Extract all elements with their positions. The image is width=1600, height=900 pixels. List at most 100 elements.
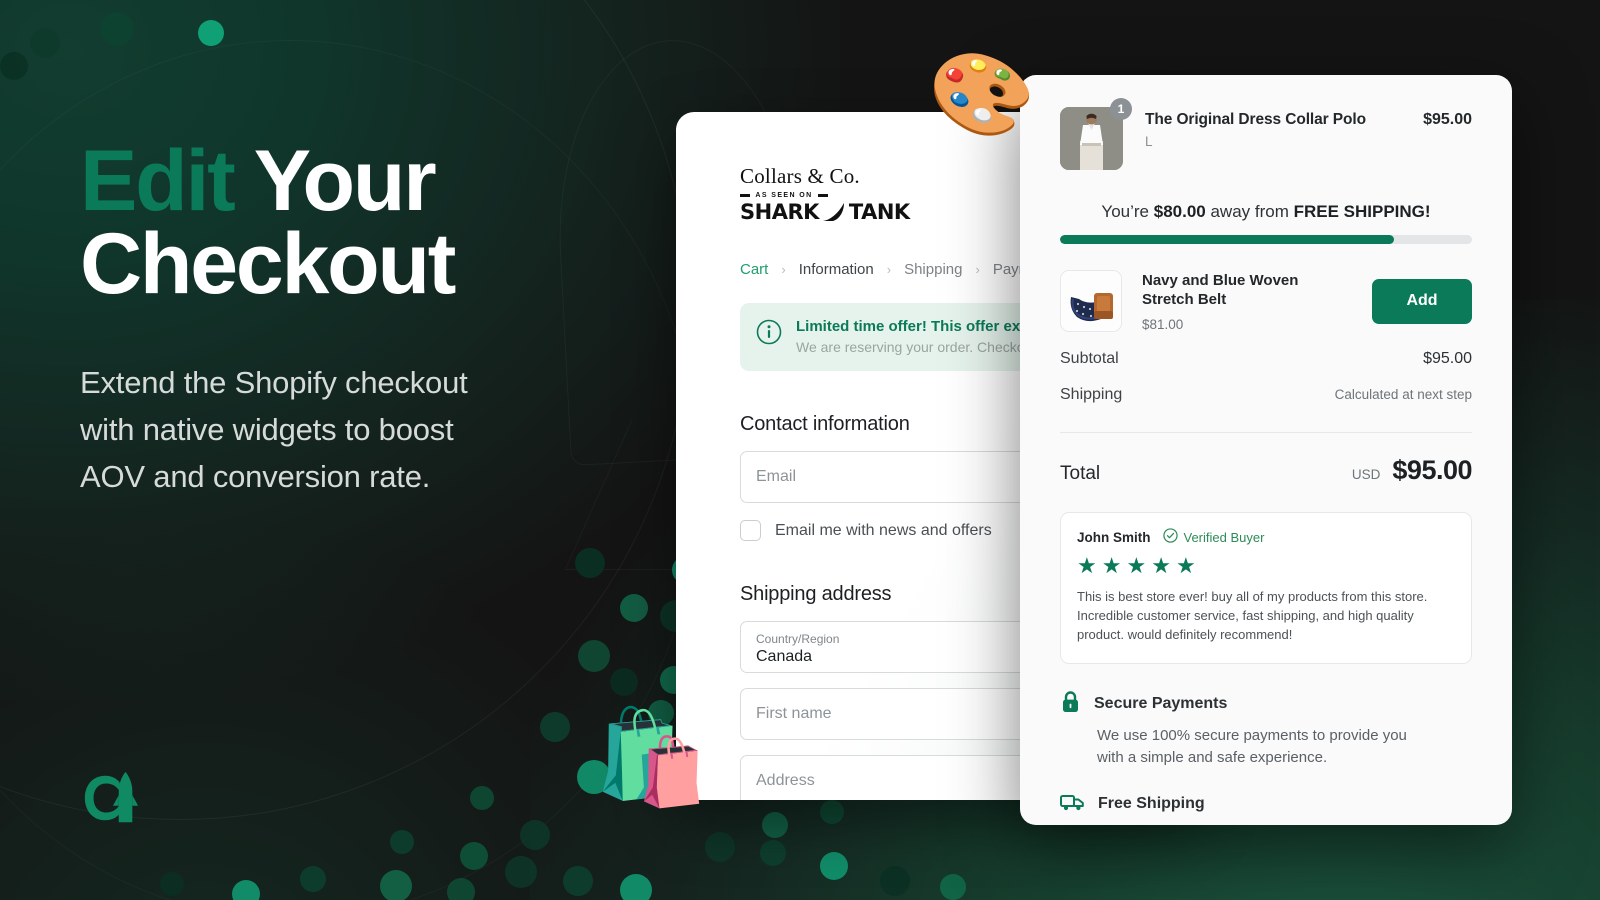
tank-word: TANK [848, 200, 910, 224]
breadcrumb-item-shipping[interactable]: Shipping [904, 261, 962, 278]
verified-buyer-label: Verified Buyer [1183, 529, 1265, 545]
background-dot [563, 866, 593, 896]
line-item-variant: L [1145, 134, 1153, 149]
shark-fin-icon [821, 202, 847, 222]
free-shipping-progress-track [1060, 235, 1472, 244]
store-logo: Collars & Co. AS SEEN ON SHARK TANK [740, 164, 910, 224]
as-seen-on-row: AS SEEN ON [740, 192, 828, 199]
shark-tank-wordmark: SHARK TANK [740, 200, 910, 224]
free-shipping-message: You’re $80.00 away from FREE SHIPPING! [1060, 202, 1472, 222]
upsell-title: Navy and Blue Woven Stretch Belt [1142, 271, 1299, 309]
reviewer-name: John Smith [1077, 529, 1151, 545]
headline-line-2: Checkout [80, 215, 456, 312]
shopping-bags-emoji: 🛍️ [593, 705, 712, 811]
store-name: Collars & Co. [740, 164, 860, 188]
background-dot [520, 820, 550, 850]
total-currency: USD [1351, 467, 1381, 482]
background-dot [460, 842, 488, 870]
total-label: Total [1060, 463, 1101, 484]
upsell-item: Navy and Blue Woven Stretch Belt $81.00 … [1060, 270, 1472, 332]
total-amount: $95.00 [1392, 455, 1472, 485]
chevron-right-icon: › [886, 262, 892, 277]
truck-icon [1060, 792, 1085, 817]
background-dot [198, 20, 224, 46]
star-icon: ★ [1101, 553, 1122, 578]
review-star-rating: ★ ★ ★ ★ ★ [1077, 555, 1455, 577]
chevron-right-icon: › [975, 262, 980, 277]
secure-payments-row: Secure Payments [1060, 690, 1472, 718]
cart-line-item: 1 The Original Dress Collar Polo L $95.0… [1060, 98, 1472, 170]
background-dot [232, 880, 260, 900]
background-dot [0, 52, 28, 80]
cart-summary-panel: 1 The Original Dress Collar Polo L $95.0… [1020, 75, 1512, 825]
summary-row-total: Total USD $95.00 [1060, 455, 1472, 486]
hero-subcopy: Extend the Shopify checkout with native … [80, 365, 468, 495]
free-shipping-row: Free Shipping [1060, 792, 1472, 817]
add-upsell-button[interactable]: Add [1372, 278, 1472, 324]
lock-icon [1060, 690, 1081, 718]
background-dot [578, 640, 610, 672]
background-dot [820, 852, 848, 880]
background-dot [470, 786, 494, 810]
background-dot [300, 866, 326, 892]
poster-stage: Edit Your Checkout Extend the Shopify ch… [0, 0, 1600, 900]
free-shipping-prefix: You’re [1101, 202, 1154, 221]
page-title: Edit Your Checkout [80, 138, 600, 307]
breadcrumb-item-information[interactable]: Information [799, 261, 874, 278]
background-dot [380, 870, 412, 900]
free-shipping-suffix: FREE SHIPPING! [1293, 202, 1431, 221]
upsell-price: $81.00 [1142, 316, 1184, 332]
background-dot [160, 872, 184, 896]
palette-emoji: 🎨 [921, 37, 1044, 151]
background-dot [820, 800, 844, 824]
review-header: John Smith Verified Buyer [1077, 528, 1455, 546]
background-dot [620, 594, 648, 622]
trust-badges: Secure Payments We use 100% secure payme… [1060, 690, 1472, 817]
shipping-label: Shipping [1060, 386, 1123, 403]
summary-divider [1060, 432, 1472, 433]
free-shipping-title: Free Shipping [1098, 795, 1205, 813]
rule-right [817, 194, 828, 197]
star-icon: ★ [1151, 553, 1171, 578]
free-shipping-amount: $80.00 [1153, 202, 1206, 221]
background-dot [540, 712, 570, 742]
rule-left [740, 194, 751, 197]
free-shipping-middle: away from [1205, 202, 1294, 221]
free-shipping-progress-fill [1060, 235, 1394, 244]
line-item-thumbnail-wrap: 1 [1060, 98, 1132, 170]
a-rocket-logo [80, 766, 142, 828]
line-item-info: The Original Dress Collar Polo L [1145, 107, 1401, 149]
newsletter-label: Email me with news and offers [775, 521, 992, 539]
background-dot [940, 874, 966, 900]
subtotal-label: Subtotal [1060, 350, 1119, 367]
star-icon: ★ [1175, 553, 1196, 578]
breadcrumb-item-cart[interactable]: Cart [740, 261, 768, 278]
quantity-badge: 1 [1110, 98, 1132, 120]
total-amount-group: USD $95.00 [1351, 455, 1473, 486]
summary-row-subtotal: Subtotal $95.00 [1060, 350, 1472, 368]
line-item-price: $95.00 [1423, 111, 1472, 128]
secure-payments-title: Secure Payments [1094, 694, 1228, 712]
background-dot [762, 812, 788, 838]
secure-payments-text: We use 100% secure payments to provide y… [1097, 726, 1407, 767]
background-dot [620, 874, 652, 900]
hero-copy: Edit Your Checkout Extend the Shopify ch… [80, 138, 600, 500]
as-seen-on-label: AS SEEN ON [755, 192, 813, 199]
line-item-title: The Original Dress Collar Polo [1145, 111, 1366, 128]
product-image-belt [1060, 270, 1122, 332]
background-dot [30, 28, 60, 58]
background-dot [760, 840, 786, 866]
customer-review-card: John Smith Verified Buyer ★ ★ ★ ★ ★ This is … [1060, 512, 1472, 664]
shipping-value: Calculated at next step [1334, 387, 1472, 402]
subtotal-value: $95.00 [1423, 350, 1472, 367]
star-icon: ★ [1126, 553, 1147, 578]
background-dot [390, 830, 414, 854]
check-circle-icon [1162, 528, 1178, 546]
upsell-info: Navy and Blue Woven Stretch Belt $81.00 [1142, 271, 1352, 332]
newsletter-checkbox[interactable] [740, 520, 761, 541]
background-dot [880, 866, 910, 896]
verified-buyer-badge: Verified Buyer [1162, 528, 1265, 546]
shark-word: SHARK [740, 200, 819, 224]
background-dot [505, 856, 537, 888]
info-circle-icon [756, 319, 782, 350]
